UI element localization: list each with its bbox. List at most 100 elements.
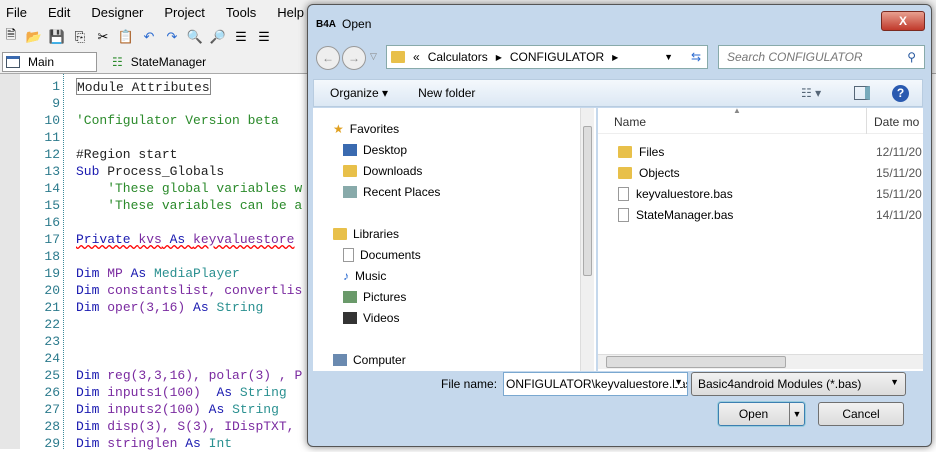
- module-icon: ☷: [112, 55, 123, 69]
- code-line: Dim inputs1(100) As String: [76, 384, 287, 401]
- search-icon[interactable]: ⚲: [907, 50, 916, 64]
- folder-icon: [391, 51, 405, 63]
- undo-icon[interactable]: ↶: [140, 28, 158, 46]
- file-row[interactable]: keyvaluestore.bas: [618, 187, 733, 201]
- line-number: 20: [44, 283, 60, 298]
- nav-favorites[interactable]: ★ Favorites: [333, 122, 399, 136]
- nav-downloads[interactable]: Downloads: [343, 164, 422, 178]
- find-icon[interactable]: 🔍: [186, 28, 204, 46]
- menu-help[interactable]: Help: [277, 5, 304, 20]
- nav-libraries[interactable]: Libraries: [333, 227, 399, 241]
- cut-icon[interactable]: ✂: [94, 28, 112, 46]
- sort-ascending-icon: ▲: [733, 108, 741, 115]
- file-icon: [618, 187, 629, 201]
- organize-button[interactable]: Organize ▾: [330, 86, 388, 100]
- code-token: 'Configulator Version beta: [76, 113, 279, 128]
- nav-videos[interactable]: Videos: [343, 311, 399, 325]
- line-number: 16: [44, 215, 60, 230]
- indent-icon[interactable]: ☰: [232, 28, 250, 46]
- code-token: Dim: [76, 266, 108, 281]
- breadcrumb-configulator[interactable]: CONFIGULATOR: [510, 50, 604, 64]
- back-button[interactable]: ←: [316, 46, 340, 70]
- new-file-icon[interactable]: 🗎: [2, 27, 20, 46]
- menu-tools[interactable]: Tools: [226, 5, 256, 20]
- nav-pictures[interactable]: Pictures: [343, 290, 406, 304]
- menu-edit[interactable]: Edit: [48, 5, 70, 20]
- menu-project[interactable]: Project: [164, 5, 204, 20]
- forward-button[interactable]: →: [342, 46, 366, 70]
- file-row[interactable]: Files: [618, 145, 664, 159]
- file-list: Name ▲ Date mo Files 12/11/20 Objects 15/11…: [598, 108, 923, 371]
- breadcrumb-calculators[interactable]: Calculators: [428, 50, 488, 64]
- recent-places-icon: [343, 186, 357, 198]
- cancel-button[interactable]: Cancel: [818, 402, 904, 426]
- nav-scrollbar[interactable]: [580, 108, 594, 371]
- line-number: 29: [44, 436, 60, 451]
- search-input[interactable]: Search CONFIGULATOR ⚲: [718, 45, 925, 69]
- nav-documents[interactable]: Documents: [343, 248, 421, 262]
- find-replace-icon[interactable]: 🔎: [209, 28, 227, 46]
- videos-icon: [343, 312, 357, 324]
- tab-label: Main: [28, 55, 55, 69]
- file-type-select[interactable]: Basic4android Modules (*.bas) ▼: [691, 372, 906, 396]
- line-number: 21: [44, 300, 60, 315]
- file-icon: [618, 208, 629, 222]
- nav-recent-places[interactable]: Recent Places: [343, 185, 440, 199]
- column-name[interactable]: Name: [614, 115, 646, 129]
- tab-statemanager[interactable]: ☷ StateManager: [110, 52, 210, 72]
- open-options-dropdown[interactable]: ▼: [789, 403, 804, 425]
- line-number: 12: [44, 147, 60, 162]
- column-date[interactable]: Date mo: [874, 115, 919, 129]
- close-button[interactable]: X: [881, 11, 925, 31]
- libraries-icon: [333, 228, 347, 240]
- chevron-right-icon[interactable]: ▶: [612, 53, 618, 62]
- redo-icon[interactable]: ↷: [163, 28, 181, 46]
- address-bar[interactable]: « Calculators ▶ CONFIGULATOR ▶ ▼ ⇆: [386, 45, 708, 69]
- refresh-icon[interactable]: ⇆: [691, 50, 701, 64]
- code-token: kvs: [138, 232, 162, 247]
- help-icon[interactable]: ?: [892, 84, 909, 102]
- code-line: #Region start: [76, 146, 177, 163]
- filename-dropdown-icon[interactable]: ▼: [674, 377, 683, 387]
- breadcrumb-overflow[interactable]: «: [413, 50, 420, 64]
- menu-designer[interactable]: Designer: [91, 5, 143, 20]
- computer-icon: [333, 354, 347, 366]
- copy-icon[interactable]: ⎘: [71, 28, 89, 46]
- folder-icon: [618, 146, 632, 158]
- new-folder-button[interactable]: New folder: [418, 86, 475, 100]
- recent-pages-dropdown[interactable]: ▽: [370, 51, 377, 62]
- line-number: 9: [52, 96, 60, 111]
- nav-label: Music: [355, 269, 387, 283]
- file-date: 12/11/20: [876, 145, 922, 159]
- code-token: oper(3,16): [107, 300, 186, 315]
- open-button[interactable]: Open ▼: [718, 402, 805, 426]
- line-number: 22: [44, 317, 60, 332]
- file-row[interactable]: StateManager.bas: [618, 208, 733, 222]
- address-dropdown-icon[interactable]: ▼: [664, 52, 673, 62]
- command-bar: Organize ▾ New folder ☷ ▾ ?: [313, 79, 923, 107]
- save-icon[interactable]: 💾: [48, 28, 66, 46]
- horizontal-scrollbar[interactable]: [598, 354, 923, 369]
- nav-computer[interactable]: Computer: [333, 353, 406, 367]
- menu-file[interactable]: File: [6, 5, 27, 20]
- music-icon: ♪: [343, 269, 349, 283]
- paste-icon[interactable]: 📋: [117, 28, 135, 46]
- filename-input[interactable]: ONFIGULATOR\keyvaluestore.bas ▼: [503, 372, 688, 396]
- line-number: 28: [44, 419, 60, 434]
- chevron-right-icon[interactable]: ▶: [496, 53, 502, 62]
- tab-main[interactable]: Main: [2, 52, 97, 72]
- outdent-icon[interactable]: ☰: [255, 28, 273, 46]
- preview-pane-icon[interactable]: [854, 86, 870, 100]
- line-number: 10: [44, 113, 60, 128]
- code-token: 'These variables can be a: [76, 198, 303, 213]
- code-line: Sub Process_Globals: [76, 163, 224, 180]
- view-options-icon[interactable]: ☷ ▾: [801, 86, 821, 100]
- line-number: 1: [52, 79, 60, 94]
- code-token: As: [161, 232, 194, 247]
- line-number: 24: [44, 351, 60, 366]
- nav-desktop[interactable]: Desktop: [343, 143, 407, 157]
- code-editor[interactable]: 1 Module Attributes 9 10 'Configulator Versi…: [0, 74, 310, 451]
- nav-music[interactable]: ♪ Music: [343, 269, 386, 283]
- file-row[interactable]: Objects: [618, 166, 680, 180]
- open-folder-icon[interactable]: 📂: [25, 28, 43, 46]
